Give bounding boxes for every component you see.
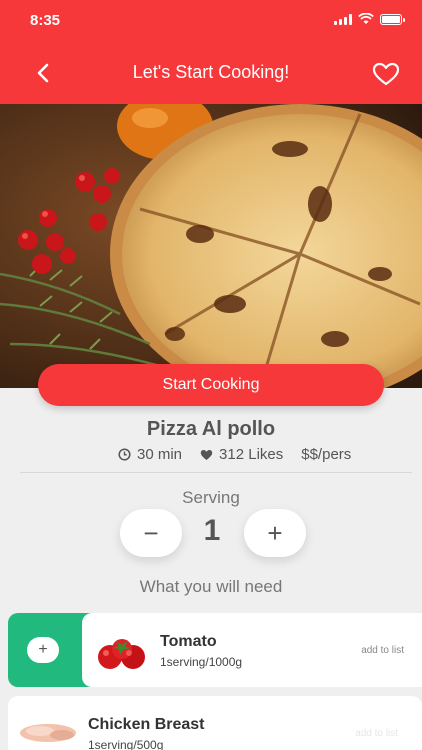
app-header: 8:35 Let's Start Cooking! <box>0 0 422 104</box>
add-to-list-button[interactable]: add to list <box>361 645 404 656</box>
price: $$/pers <box>301 446 351 463</box>
ingredients-heading: What you will need <box>139 577 283 596</box>
page-title: Let's Start Cooking! <box>132 62 290 82</box>
ingredient-quantity: 1serving/1000g <box>160 655 243 669</box>
cook-time: 30 min <box>118 446 182 463</box>
favorite-button[interactable] <box>372 62 400 88</box>
ingredient-item[interactable]: Chicken Breast 1serving/500g add to list <box>8 696 422 750</box>
serving-value: 1 <box>203 514 221 547</box>
chicken-image <box>20 724 76 742</box>
heart-outline-icon <box>372 62 400 86</box>
clock-icon <box>118 448 131 461</box>
start-cooking-button[interactable]: Start Cooking <box>38 364 384 406</box>
increase-serving-button[interactable]: + <box>244 509 306 557</box>
divider <box>20 472 412 473</box>
add-to-list-button[interactable]: add to list <box>355 728 398 739</box>
decrease-serving-button[interactable]: − <box>120 509 182 557</box>
ingredient-card[interactable]: Tomato 1serving/1000g add to list <box>82 613 422 687</box>
serving-label: Serving <box>182 488 240 507</box>
status-time: 8:35 <box>30 12 61 29</box>
likes-value: 312 Likes <box>219 446 284 463</box>
recipe-name: Pizza Al pollo <box>146 418 276 440</box>
ingredient-name: Tomato <box>160 633 217 650</box>
add-ingredient-button[interactable]: + <box>27 637 59 663</box>
wifi-icon <box>358 13 374 24</box>
price-value: $$/pers <box>301 446 352 463</box>
ingredient-item: + Tomato 1serving/1000g add to list <box>8 613 422 687</box>
recipe-meta: 30 min 312 Likes $$/pers <box>118 446 369 463</box>
ingredient-quantity: 1serving/500g <box>88 738 164 750</box>
ingredient-name: Chicken Breast <box>88 716 205 733</box>
tomato-image <box>98 639 145 669</box>
heart-icon <box>200 449 213 460</box>
pizza-photo <box>0 104 422 388</box>
battery-icon <box>380 13 405 25</box>
signal-icon <box>334 13 352 25</box>
status-icons <box>334 13 405 25</box>
recipe-hero-image <box>0 104 422 388</box>
likes: 312 Likes <box>200 446 283 463</box>
cook-time-value: 30 min <box>137 446 183 463</box>
